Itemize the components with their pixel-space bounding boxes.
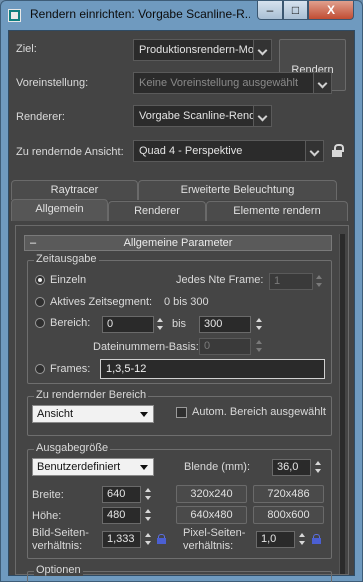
tab-advanced-lighting[interactable]: Erweiterte Beleuchtung — [138, 180, 337, 200]
dialog-client-area: Ziel: Produktionsrendern-Mo­d Rendern Vo… — [8, 30, 355, 582]
auto-region-checkbox[interactable] — [176, 407, 187, 418]
collapse-icon: – — [30, 237, 37, 249]
single-radio[interactable] — [35, 275, 45, 285]
active-segment-radio[interactable] — [35, 297, 45, 307]
aperture-input[interactable]: 36,0 — [272, 459, 311, 476]
rollout-title: Allgemeine Parameter — [123, 237, 233, 249]
tab-render-elements[interactable]: Elemente rendern — [206, 201, 348, 221]
preset-value: Keine Voreinstellung ausgewählt — [139, 77, 299, 89]
aperture-label: Blende (mm): — [184, 461, 251, 473]
frames-label: Frames: — [50, 363, 91, 375]
render-area-title: Zu rendernder Bereich — [34, 389, 149, 401]
time-output-title: Zeitausgabe — [34, 253, 99, 265]
frames-radio[interactable] — [35, 364, 45, 374]
view-label: Zu rendernde Ansicht: — [16, 146, 124, 158]
pixel-aspect-spinner[interactable] — [298, 531, 307, 548]
pixel-aspect-lock-icon[interactable] — [312, 534, 321, 544]
lock-icon — [332, 144, 344, 157]
close-button[interactable]: X — [308, 1, 354, 20]
chevron-down-icon — [305, 141, 323, 161]
maximize-button[interactable]: □ — [283, 1, 308, 20]
range-label: Bereich: — [50, 317, 91, 329]
image-aspect-input[interactable]: 1,333 — [102, 531, 141, 548]
height-label: Höhe: — [32, 510, 62, 522]
height-input[interactable]: 480 — [102, 507, 141, 524]
range-to-spinner[interactable] — [255, 316, 264, 333]
width-input[interactable]: 640 — [102, 486, 141, 503]
preset-800x600-button[interactable]: 800x600 — [253, 506, 324, 524]
renderer-dropdown[interactable]: Vorgabe Scanline-Rende — [133, 105, 272, 127]
height-spinner[interactable] — [144, 507, 153, 524]
active-segment-range: 0 bis 300 — [164, 296, 209, 308]
render-area-dropdown[interactable]: Ansicht — [32, 405, 154, 423]
window-title: Rendern einrichten: Vorgabe Scanline-R..… — [30, 7, 250, 21]
rollout-header[interactable]: – Allgemeine Parameter — [24, 235, 332, 251]
app-icon — [8, 9, 21, 22]
renderer-label: Renderer: — [16, 111, 65, 123]
tab-raytracer[interactable]: Raytracer — [11, 180, 138, 200]
file-number-base-label: Dateinummern-Basis: — [93, 341, 199, 353]
renderer-value: Vorgabe Scanline-Rende — [139, 110, 262, 122]
image-aspect-lock-icon[interactable] — [157, 534, 166, 544]
view-value: Quad 4 - Perspektive — [139, 145, 243, 157]
range-to-input[interactable]: 300 — [199, 316, 251, 333]
file-number-base-spinner[interactable] — [255, 338, 264, 355]
nth-frame-label: Jedes Nte Frame: — [176, 274, 264, 286]
target-label: Ziel: — [16, 43, 37, 55]
options-title: Optionen — [34, 564, 83, 576]
nth-frame-spinner[interactable] — [315, 273, 324, 290]
chevron-down-icon — [253, 40, 271, 60]
auto-region-label: Autom. Bereich ausgewählt — [192, 406, 326, 418]
aperture-spinner[interactable] — [314, 459, 323, 476]
range-from-spinner[interactable] — [156, 316, 165, 333]
image-aspect-label-line1: Bild-Seiten- — [32, 527, 89, 539]
width-label: Breite: — [32, 489, 64, 501]
title-bar[interactable]: Rendern einrichten: Vorgabe Scanline-R..… — [0, 0, 363, 30]
pixel-aspect-label-line2: verhältnis: — [183, 540, 234, 552]
width-spinner[interactable] — [144, 486, 153, 503]
chevron-down-icon — [253, 106, 271, 126]
tab-general[interactable]: Allgemein — [11, 199, 108, 221]
minimize-button[interactable]: – — [257, 1, 283, 20]
tab-renderer[interactable]: Renderer — [108, 201, 206, 221]
scrollbar[interactable] — [339, 234, 345, 574]
output-size-dropdown[interactable]: Benutzerdefiniert — [32, 458, 154, 476]
range-radio[interactable] — [35, 318, 45, 328]
preset-dropdown[interactable]: Keine Voreinstellung ausgewählt — [133, 72, 332, 94]
pixel-aspect-label-line1: Pixel-Seiten- — [183, 527, 246, 539]
nth-frame-input[interactable]: 1 — [269, 273, 313, 290]
file-number-base-input[interactable]: 0 — [199, 338, 251, 355]
preset-640x480-button[interactable]: 640x480 — [176, 506, 247, 524]
image-aspect-spinner[interactable] — [144, 531, 153, 548]
preset-320x240-button[interactable]: 320x240 — [176, 485, 247, 503]
target-value: Produktionsrendern-Mo­d — [139, 44, 261, 56]
options-group: Optionen — [27, 564, 332, 582]
active-segment-label: Aktives Zeitsegment: — [50, 296, 153, 308]
target-dropdown[interactable]: Produktionsrendern-Mo­d — [133, 39, 272, 61]
view-dropdown[interactable]: Quad 4 - Perspektive — [133, 140, 324, 162]
output-size-title: Ausgabegröße — [34, 442, 111, 454]
range-from-input[interactable]: 0 — [102, 316, 154, 333]
image-aspect-label-line2: verhältnis: — [32, 540, 83, 552]
range-to-label: bis — [172, 318, 187, 330]
preset-720x486-button[interactable]: 720x486 — [253, 485, 324, 503]
single-label: Einzeln — [50, 274, 87, 286]
frames-input[interactable]: 1,3,5-12 — [100, 359, 325, 379]
preset-label: Voreinstellung: — [16, 77, 89, 89]
chevron-down-icon — [313, 73, 331, 93]
pixel-aspect-input[interactable]: 1,0 — [256, 531, 295, 548]
lock-view-button[interactable] — [327, 141, 347, 161]
